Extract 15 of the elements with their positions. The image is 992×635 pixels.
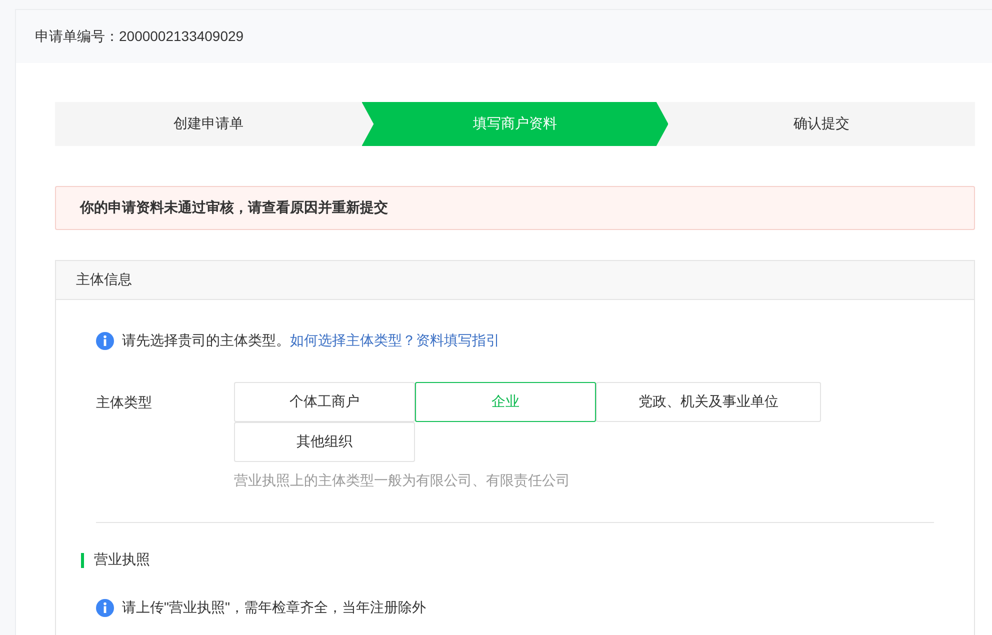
section-marker bbox=[81, 552, 84, 568]
guide-link[interactable]: 如何选择主体类型？资料填写指引 bbox=[290, 332, 500, 348]
subject-type-option[interactable]: 个体工商户 bbox=[234, 382, 415, 422]
order-number: 申请单编号：2000002133409029 bbox=[35, 28, 244, 46]
subject-type-option[interactable]: 党政、机关及事业单位 bbox=[596, 382, 821, 422]
hint-text: 营业执照上的主体类型一般为有限公司、有限责任公司 bbox=[234, 472, 571, 490]
info-icon bbox=[96, 332, 114, 350]
info-icon bbox=[96, 599, 114, 617]
subject-type-option[interactable]: 其他组织 bbox=[234, 422, 415, 462]
info-text: 请上传"营业执照"，需年检章齐全，当年注册除外 bbox=[122, 599, 426, 617]
error-alert: 你的申请资料未通过审核，请查看原因并重新提交 bbox=[55, 186, 975, 230]
section-title: 营业执照 bbox=[94, 551, 150, 569]
field-label: 主体类型 bbox=[96, 393, 153, 412]
panel-title: 主体信息 bbox=[56, 261, 974, 300]
info-text: 请先选择贵司的主体类型。如何选择主体类型？资料填写指引 bbox=[122, 332, 500, 350]
